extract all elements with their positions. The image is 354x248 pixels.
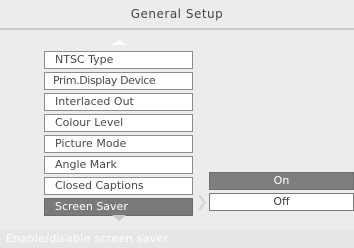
menu-item-colour-level[interactable]: Colour Level xyxy=(44,114,193,132)
option-on[interactable]: On xyxy=(209,172,354,190)
chevron-right-icon: ❯ xyxy=(196,194,208,210)
menu-item-interlaced-out[interactable]: Interlaced Out xyxy=(44,93,193,111)
menu-item-screen-saver[interactable]: Screen Saver xyxy=(44,198,193,216)
menu-item-closed-captions[interactable]: Closed Captions xyxy=(44,177,193,195)
menu-item-prim-display-device[interactable]: Prim.Display Device xyxy=(44,72,193,90)
status-bar: Enable/disable screen saver xyxy=(0,230,354,248)
arrow-up-icon[interactable] xyxy=(112,40,126,45)
screen-saver-options: On Off xyxy=(209,172,354,214)
title-divider xyxy=(0,28,354,30)
page-title: General Setup xyxy=(130,7,224,21)
menu-item-ntsc-type[interactable]: NTSC Type xyxy=(44,51,193,69)
menu-item-angle-mark[interactable]: Angle Mark xyxy=(44,156,193,174)
menu-item-picture-mode[interactable]: Picture Mode xyxy=(44,135,193,153)
option-off[interactable]: Off xyxy=(209,193,354,211)
arrow-down-icon[interactable] xyxy=(112,215,126,221)
setup-menu: NTSC Type Prim.Display Device Interlaced… xyxy=(44,51,193,219)
